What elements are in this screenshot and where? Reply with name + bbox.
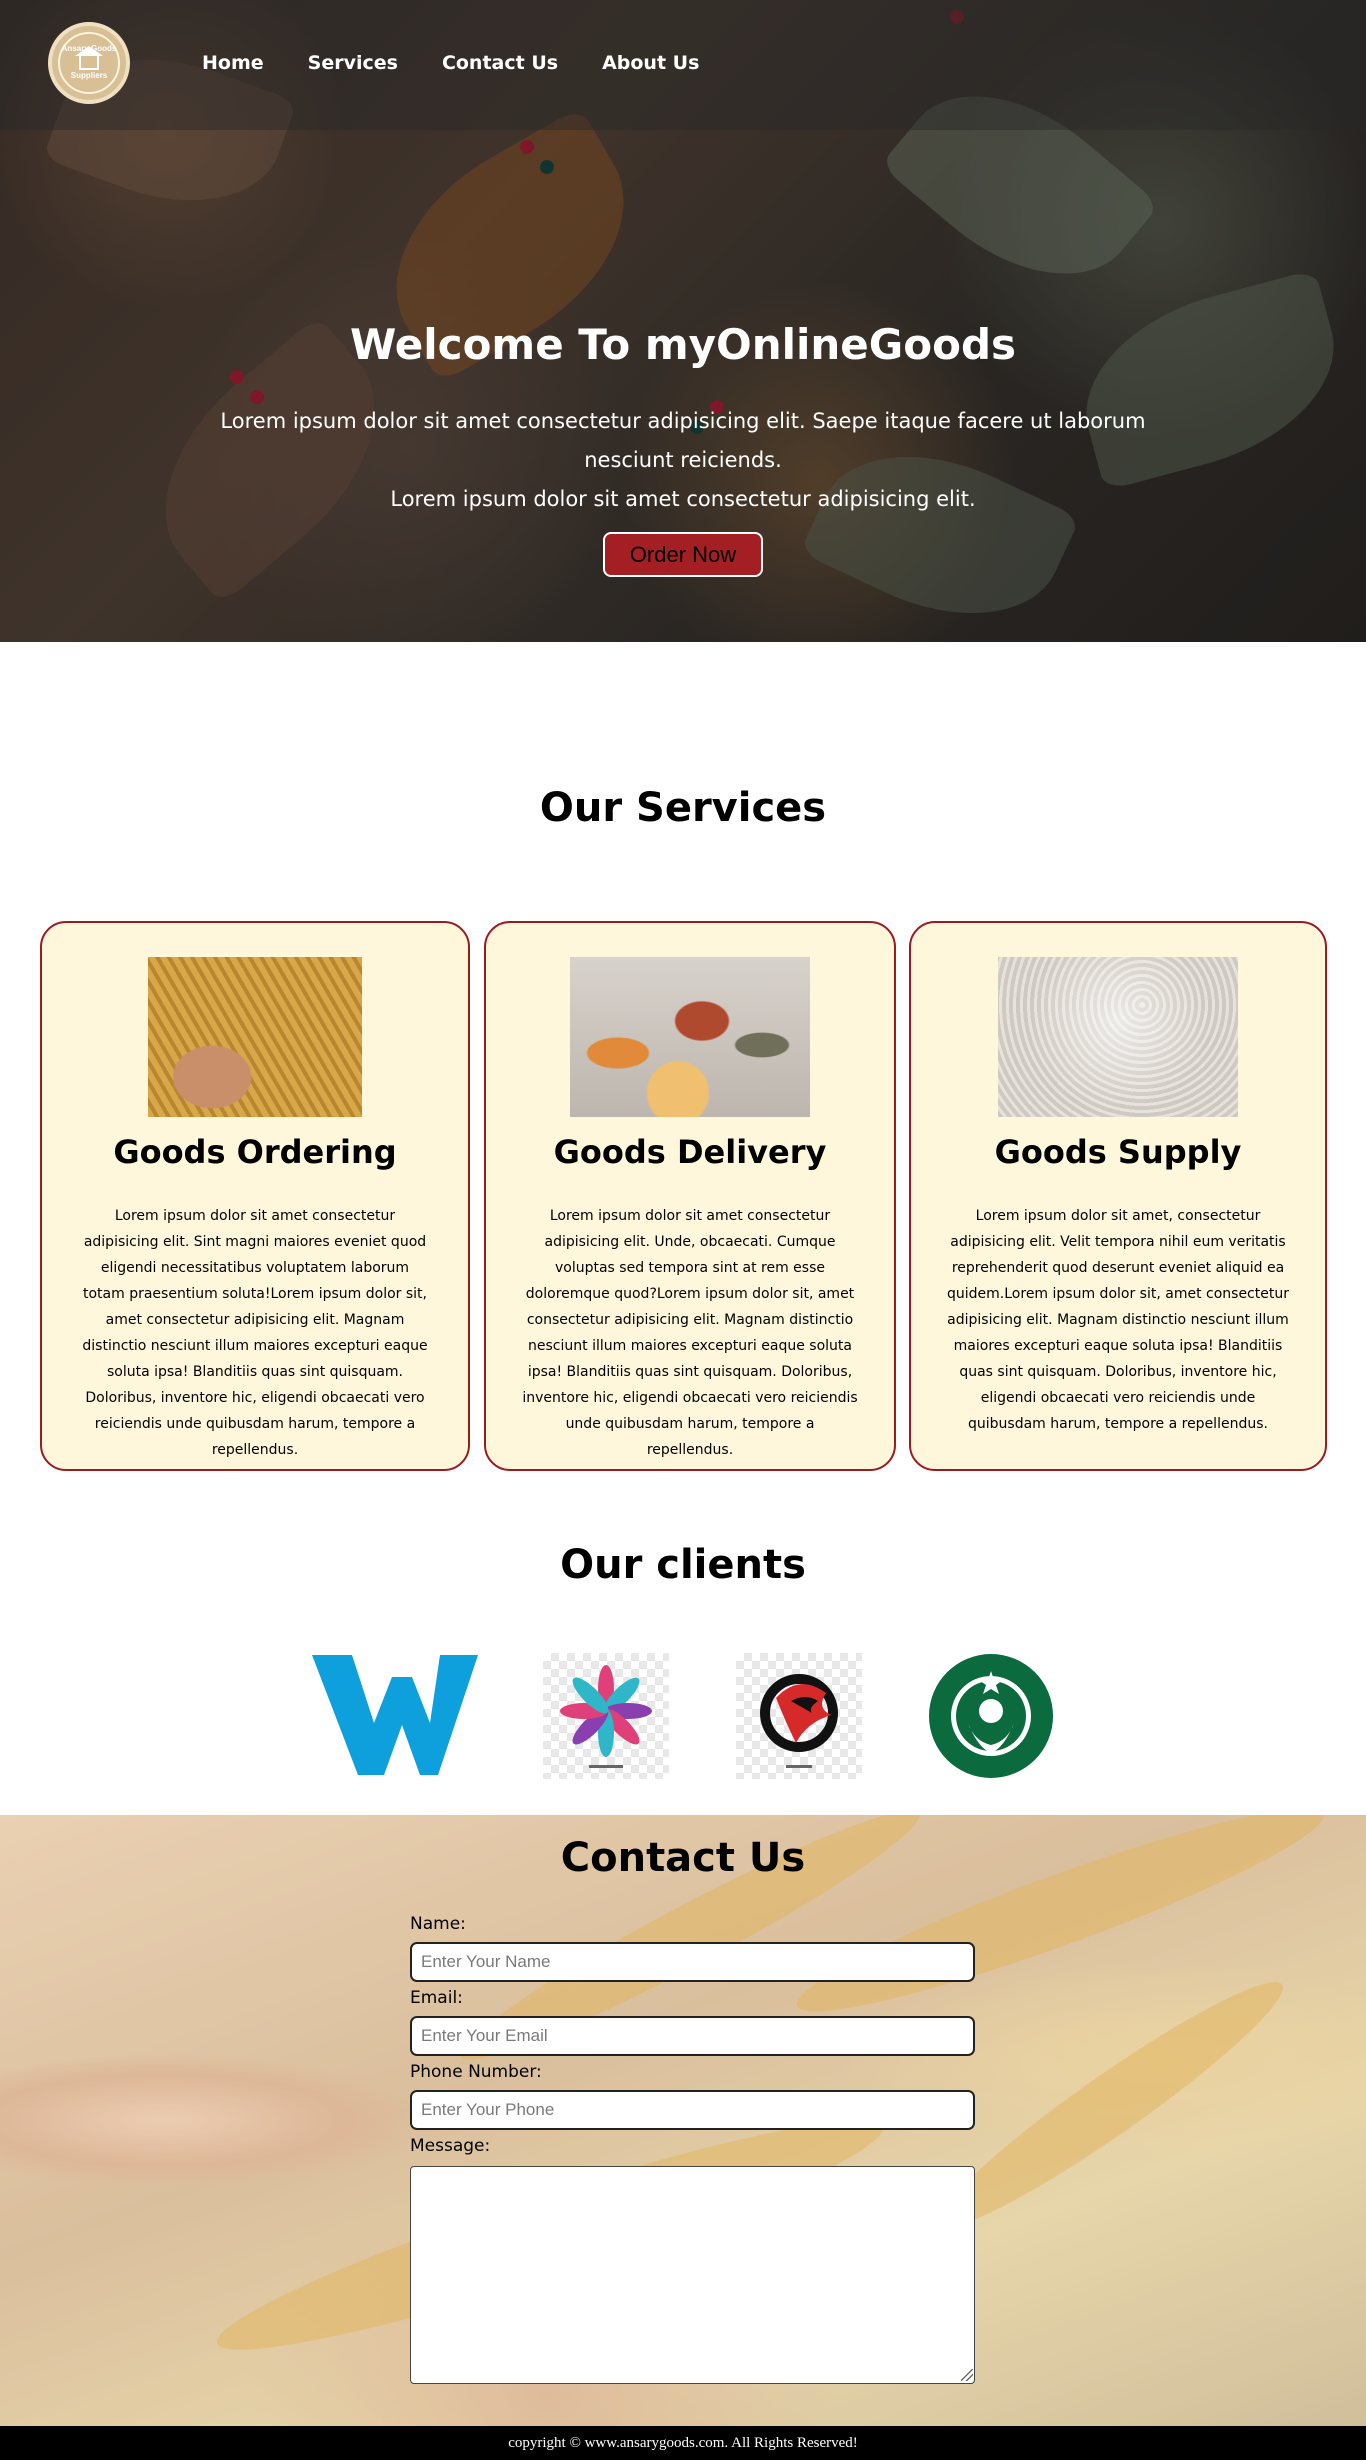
w-logo-icon [312, 1655, 478, 1775]
spice-market-image [570, 957, 810, 1117]
service-card-title: Goods Supply [994, 1133, 1242, 1171]
hero-section: Ansary Goods Suppliers Home Services Con… [0, 0, 1366, 642]
message-label: Message: [410, 2136, 491, 2156]
brand-logo[interactable]: Ansary Goods Suppliers [48, 22, 130, 104]
nav-links: Home Services Contact Us About Us [202, 52, 743, 74]
client-flower-logo [543, 1653, 669, 1779]
message-textarea[interactable] [410, 2166, 975, 2384]
client-starbucks-logo [928, 1653, 1054, 1779]
nav-contact-us[interactable]: Contact Us [442, 52, 558, 74]
service-card-title: Goods Ordering [113, 1133, 397, 1171]
nav-home[interactable]: Home [202, 52, 264, 74]
copyright-text: copyright © www.ansarygoods.com. All Rig… [508, 2434, 858, 2451]
services-heading: Our Services [539, 785, 827, 831]
phone-label: Phone Number: [410, 2062, 542, 2082]
phone-input[interactable] [410, 2090, 975, 2130]
hero-subtitle: Lorem ipsum dolor sit amet consectetur a… [213, 402, 1153, 519]
order-now-button[interactable]: Order Now [603, 532, 763, 577]
top-navbar: Ansary Goods Suppliers Home Services Con… [0, 0, 1366, 130]
email-input[interactable] [410, 2016, 975, 2056]
client-eagle-logo [736, 1653, 862, 1779]
name-input[interactable] [410, 1942, 975, 1982]
nav-services[interactable]: Services [308, 52, 398, 74]
flower-logo-icon [560, 1665, 652, 1768]
email-label: Email: [410, 1988, 463, 2008]
service-card-text: Lorem ipsum dolor sit amet consectetur a… [82, 1208, 428, 1458]
eagle-logo-icon [760, 1674, 838, 1768]
hero-subtitle-line-1: Lorem ipsum dolor sit amet consectetur a… [220, 409, 1146, 472]
service-card-goods-supply: Goods Supply Lorem ipsum dolor sit amet,… [909, 921, 1327, 1471]
resize-grip-icon[interactable] [961, 2369, 973, 2381]
name-label: Name: [410, 1914, 466, 1934]
service-card-goods-ordering: Goods Ordering Lorem ipsum dolor sit ame… [40, 921, 470, 1471]
contact-heading: Contact Us [560, 1835, 806, 1881]
hero-subtitle-line-2: Lorem ipsum dolor sit amet consectetur a… [390, 487, 976, 511]
nav-about-us[interactable]: About Us [602, 52, 699, 74]
service-card-title: Goods Delivery [553, 1133, 827, 1171]
service-card-text: Lorem ipsum dolor sit amet consectetur a… [522, 1208, 858, 1458]
service-card-text: Lorem ipsum dolor sit amet, consectetur … [947, 1208, 1289, 1432]
hero-title: Welcome To myOnlineGoods [349, 320, 1017, 369]
client-w-logo [312, 1653, 478, 1779]
clients-heading: Our clients [560, 1542, 806, 1588]
rice-harvest-image [148, 957, 362, 1117]
service-card-goods-delivery: Goods Delivery Lorem ipsum dolor sit ame… [484, 921, 896, 1471]
page-footer: copyright © www.ansarygoods.com. All Rig… [0, 2426, 1366, 2460]
house-icon [75, 46, 103, 70]
rice-grains-image [998, 957, 1238, 1117]
logo-emblem: Ansary Goods Suppliers [58, 32, 120, 94]
starbucks-logo-icon [929, 1654, 1053, 1778]
logo-text-bottom: Suppliers [70, 71, 108, 80]
contact-section: Contact Us Name: Email: Phone Number: Me… [0, 1815, 1366, 2426]
